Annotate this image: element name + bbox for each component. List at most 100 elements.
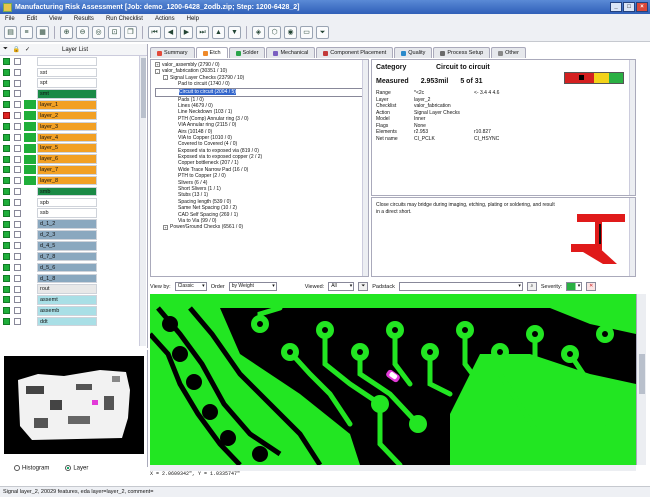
layer-lock-checkbox[interactable] [14,242,21,250]
layer-row[interactable]: d_1_2 [0,219,147,230]
layer-visible-checkbox[interactable] [3,231,10,239]
zoom-out-icon[interactable]: ⊖ [76,26,89,39]
layer-lock-checkbox[interactable] [14,318,21,326]
layer-name[interactable]: sst [37,67,97,78]
layer-lock-checkbox[interactable] [14,253,21,261]
layer-visible-checkbox[interactable] [3,274,10,282]
layer-visible-checkbox[interactable] [3,220,10,228]
tab-process-setup[interactable]: Process Setup [433,47,491,58]
layer-name[interactable]: layer_4 [37,132,97,143]
radio-layer[interactable]: Layer [65,465,88,472]
menu-results[interactable]: Results [74,16,94,22]
maximize-button[interactable]: □ [623,2,635,12]
view-by-select[interactable]: Classic [174,282,207,291]
tree-item[interactable]: + Power/Ground Checks (6561 / 0) [155,224,368,230]
layer-name[interactable]: layer_3 [37,121,97,132]
layer-lock-checkbox[interactable] [14,101,21,109]
layer-lock-checkbox[interactable] [14,155,21,163]
layer-row[interactable]: layer_3 [0,121,147,132]
layer-row[interactable]: ddt [0,316,147,327]
layer-name[interactable]: assemt [37,295,97,305]
menu-help[interactable]: Help [187,16,199,22]
layer-name[interactable]: spb [37,197,97,208]
layer-name[interactable]: layer_7 [37,165,97,175]
layer-icon[interactable]: ◈ [252,26,265,39]
layer-visible-checkbox[interactable] [3,68,10,76]
search-button[interactable]: ⌕ [526,282,537,291]
open-icon[interactable]: ▤ [4,26,17,39]
layer-name[interactable]: d_7_8 [37,251,97,262]
layer-row[interactable]: ssb [0,208,147,219]
layer-lock-checkbox[interactable] [14,177,21,185]
layer-row[interactable]: assemt [0,295,147,306]
layer-lock-checkbox[interactable] [14,209,21,217]
layer-name[interactable]: ssb [37,208,97,218]
zoom-fit-icon[interactable]: ◎ [92,26,105,39]
layer-lock-checkbox[interactable] [14,90,21,98]
layer-row[interactable]: rout [0,284,147,295]
layer-visible-checkbox[interactable] [3,209,10,217]
up-icon[interactable]: ▲ [212,26,225,39]
layer-row[interactable]: d_7_8 [0,251,147,262]
collapse-icon[interactable]: - [163,74,168,80]
layer-visible-checkbox[interactable] [3,198,10,206]
next-last-icon[interactable]: ⏭ [196,26,209,39]
layer-row[interactable]: assemb [0,305,147,316]
layer-visible-checkbox[interactable] [3,263,10,271]
radio-histogram[interactable]: Histogram [14,465,49,472]
layer-row[interactable]: d_1_8 [0,273,147,284]
menu-run-checklist[interactable]: Run Checklist [106,16,143,22]
filter-icon[interactable]: ⏷ [0,46,11,53]
expand-icon[interactable]: + [155,62,160,68]
layer-row[interactable]: layer_4 [0,132,147,143]
layer-list-scrollbar[interactable] [139,56,146,346]
layer-visible-checkbox[interactable] [3,90,10,98]
layer-visible-checkbox[interactable] [3,285,10,293]
prev-icon[interactable]: ◀ [164,26,177,39]
tab-quality[interactable]: Quality [394,47,433,58]
layer-lock-checkbox[interactable] [14,231,21,239]
viewed-select[interactable]: All [328,282,355,291]
layer-name[interactable]: layer_2 [37,110,97,121]
layer-visible-checkbox[interactable] [3,57,10,65]
minimize-button[interactable]: _ [610,2,622,12]
layer-name[interactable]: ddt [37,316,97,327]
menu-edit[interactable]: Edit [27,16,37,22]
layer-name[interactable]: d_4_5 [37,241,97,251]
check-icon[interactable]: ✓ [22,46,33,53]
zoom-area-icon[interactable]: ⊡ [108,26,121,39]
layer-name[interactable]: d_5_6 [37,262,97,273]
layer-lock-checkbox[interactable] [14,274,21,282]
order-select[interactable]: by Weight [228,282,277,291]
layer-visible-checkbox[interactable] [3,307,10,315]
layer-lock-checkbox[interactable] [14,198,21,206]
layer-name[interactable]: assemb [37,306,97,316]
layer-visible-checkbox[interactable] [3,79,10,87]
3d-icon[interactable]: ⬡ [268,26,281,39]
layer-row[interactable]: layer_7 [0,164,147,175]
layer-visible-checkbox[interactable] [3,122,10,130]
layer-name[interactable]: d_1_2 [37,219,97,229]
description-scrollbar[interactable] [629,198,635,276]
layer-lock-checkbox[interactable] [14,112,21,120]
close-button[interactable]: × [636,2,648,12]
layer-lock-checkbox[interactable] [14,122,21,130]
board-vertical-scrollbar[interactable] [636,294,646,465]
view-icon[interactable]: ▭ [300,26,313,39]
next-icon[interactable]: ▶ [180,26,193,39]
layer-row[interactable]: smb [0,186,147,197]
copy-icon[interactable]: ❐ [124,26,137,39]
layer-name[interactable]: layer_6 [37,154,97,164]
layer-name[interactable]: d_2_3 [37,230,97,240]
tab-mechanical[interactable]: Mechanical [266,47,316,58]
layer-visible-checkbox[interactable] [3,155,10,163]
layer-row[interactable]: layer_6 [0,154,147,165]
layer-name[interactable]: spt [37,78,97,88]
layer-visible-checkbox[interactable] [3,318,10,326]
layer-lock-checkbox[interactable] [14,166,21,174]
layer-visible-checkbox[interactable] [3,188,10,196]
layer-lock-checkbox[interactable] [14,144,21,152]
expand-icon[interactable]: + [163,224,168,230]
layer-row[interactable] [0,56,147,67]
collapse-icon[interactable]: - [155,68,160,74]
